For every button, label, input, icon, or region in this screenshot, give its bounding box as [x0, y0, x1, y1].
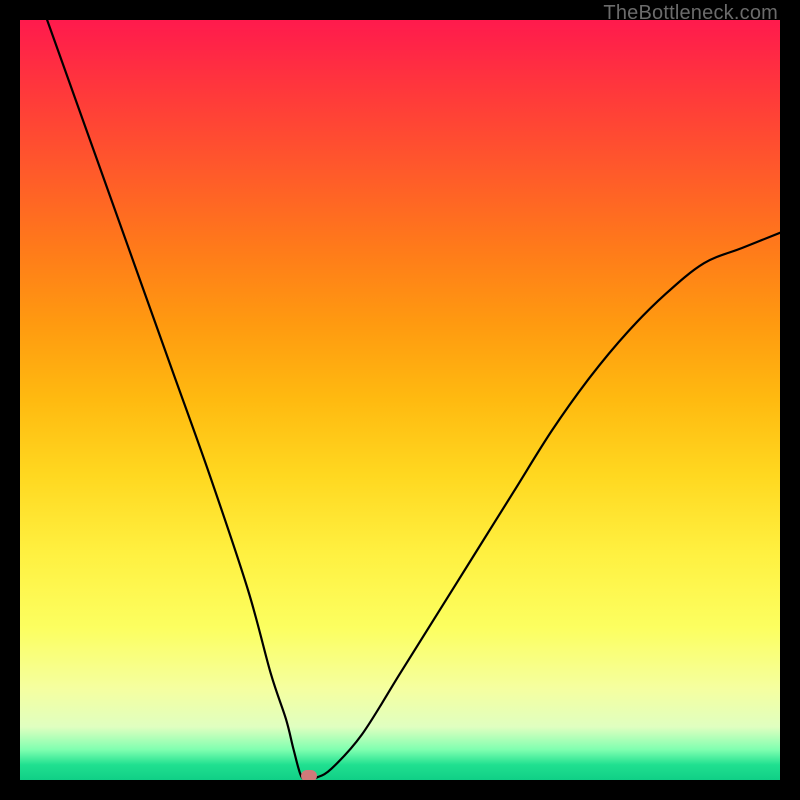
bottleneck-curve	[20, 20, 780, 780]
chart-frame: TheBottleneck.com	[0, 0, 800, 800]
plot-area	[20, 20, 780, 780]
credit-watermark: TheBottleneck.com	[603, 2, 778, 25]
minimum-marker-icon	[301, 770, 317, 780]
